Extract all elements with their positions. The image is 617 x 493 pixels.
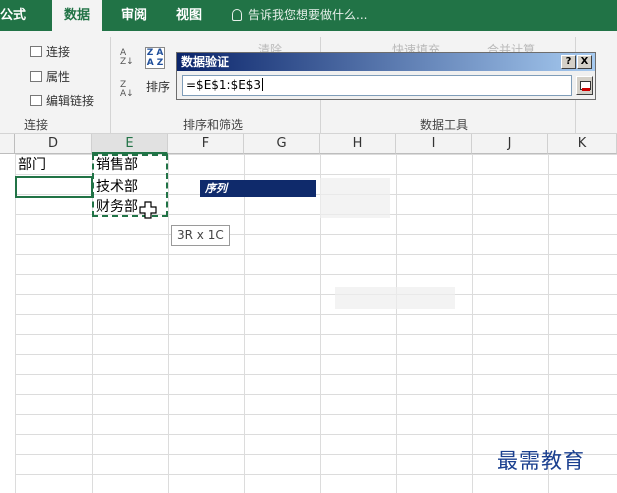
tell-me-box[interactable]: 告诉我您想要做什么... — [232, 0, 367, 31]
gridline — [396, 154, 397, 493]
connections-button[interactable]: 连接 — [30, 43, 70, 60]
connections-label: 连接 — [46, 45, 71, 59]
close-button[interactable]: X — [577, 55, 592, 69]
active-cell-d2[interactable] — [15, 176, 93, 198]
lightbulb-icon — [232, 9, 242, 21]
column-header-e[interactable]: E — [92, 134, 168, 154]
ghost-list-label: 序列 — [205, 182, 227, 195]
select-all-corner[interactable] — [0, 134, 15, 154]
sort-desc-icon[interactable]: Z A↓ — [120, 81, 134, 99]
tab-formulas[interactable]: 公式 — [0, 0, 26, 31]
edit-links-icon — [30, 95, 42, 106]
group-separator — [110, 37, 111, 133]
selection-size-tooltip: 3R x 1C — [171, 225, 230, 246]
source-range-input[interactable]: =$E$1:$E$3 — [182, 75, 572, 96]
sort-asc-icon[interactable]: A Z↓ — [120, 49, 134, 67]
edit-links-button[interactable]: 编辑链接 — [30, 92, 94, 109]
source-range-value: =$E$1:$E$3 — [186, 78, 262, 92]
data-validation-dialog: 数据验证 ? X =$E$1:$E$3 — [176, 52, 596, 100]
dialog-ghost — [320, 178, 390, 218]
sort-group-label: 排序和筛选 — [183, 118, 244, 132]
ghost-list-highlight: 序列 — [200, 180, 316, 197]
properties-button[interactable]: 属性 — [30, 68, 70, 85]
connections-icon — [30, 46, 42, 57]
tab-data[interactable]: 数据 — [52, 0, 103, 31]
sort-button-label[interactable]: 排序 — [146, 78, 170, 95]
cell-d1[interactable]: 部门 — [15, 155, 46, 175]
dialog-ghost — [335, 287, 455, 309]
column-header-k[interactable]: K — [548, 134, 617, 154]
ribbon-tab-bar: 公式 数据 审阅 视图 告诉我您想要做什么... — [0, 0, 617, 31]
tab-review[interactable]: 审阅 — [121, 0, 147, 31]
column-header-f[interactable]: F — [168, 134, 244, 154]
dialog-title-bar[interactable]: 数据验证 — [177, 53, 595, 71]
tell-me-text: 告诉我您想要做什么... — [248, 8, 368, 22]
expand-dialog-icon[interactable] — [576, 76, 593, 95]
column-header-h[interactable]: H — [320, 134, 396, 154]
watermark-text: 最需教育 — [497, 449, 585, 473]
edit-links-label: 编辑链接 — [46, 94, 95, 108]
properties-icon — [30, 71, 42, 82]
gridline — [15, 154, 16, 493]
help-button[interactable]: ? — [561, 55, 576, 69]
gridline — [168, 154, 169, 493]
sort-dialog-icon[interactable]: Z AA Z — [145, 47, 165, 69]
column-header-j[interactable]: J — [472, 134, 548, 154]
cell-select-cursor-icon — [139, 201, 157, 219]
column-header-g[interactable]: G — [244, 134, 320, 154]
gridline — [548, 154, 549, 493]
properties-label: 属性 — [46, 70, 71, 84]
dialog-title: 数据验证 — [181, 55, 230, 69]
gridline — [472, 154, 473, 493]
column-header-i[interactable]: I — [396, 134, 472, 154]
tab-view[interactable]: 视图 — [176, 0, 202, 31]
gridline — [244, 154, 245, 493]
data-tools-group-label: 数据工具 — [420, 118, 469, 132]
text-caret — [262, 78, 264, 91]
connections-group-label: 连接 — [24, 118, 49, 132]
column-header-d[interactable]: D — [15, 134, 92, 154]
